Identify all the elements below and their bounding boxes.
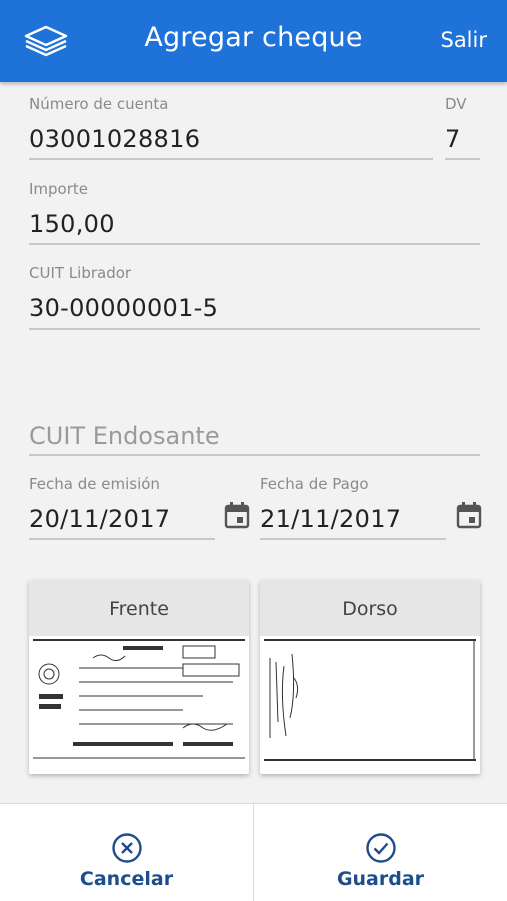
issue-date-field[interactable]: Fecha de emisión 20/11/2017: [29, 475, 215, 543]
app-bar: Agregar cheque Salir: [0, 0, 507, 82]
amount-field[interactable]: Importe 150,00: [29, 180, 480, 248]
amount-label: Importe: [29, 180, 89, 198]
dv-value: 7: [445, 125, 461, 153]
dv-label: DV: [445, 95, 467, 113]
cuit-drawer-value: 30-00000001-5: [29, 294, 219, 322]
cheque-back-thumbnail[interactable]: [264, 638, 476, 764]
account-number-field[interactable]: Número de cuenta 03001028816: [29, 95, 433, 163]
back-image-label: Dorso: [260, 580, 480, 636]
front-image-card[interactable]: Frente: [29, 580, 249, 774]
payment-date-underline: [260, 538, 446, 540]
bottom-action-bar: Cancelar Guardar: [0, 803, 507, 901]
cuit-drawer-underline: [29, 328, 480, 330]
account-number-label: Número de cuenta: [29, 95, 169, 113]
front-image-label: Frente: [29, 580, 249, 636]
close-circle-icon: [111, 833, 142, 863]
dv-field[interactable]: DV 7: [445, 95, 480, 163]
cuit-endorser-placeholder: CUIT Endosante: [29, 422, 220, 450]
exit-button[interactable]: Salir: [440, 28, 487, 52]
account-number-underline: [29, 158, 433, 160]
save-button-label: Guardar: [336, 868, 425, 890]
cuit-endorser-underline: [29, 454, 480, 456]
account-number-value: 03001028816: [29, 125, 201, 153]
check-circle-icon: [365, 833, 396, 863]
cuit-drawer-label: CUIT Librador: [29, 264, 132, 282]
cheque-front-thumbnail[interactable]: [33, 638, 245, 764]
payment-date-value: 21/11/2017: [260, 505, 402, 533]
payment-date-field[interactable]: Fecha de Pago 21/11/2017: [260, 475, 446, 543]
amount-underline: [29, 243, 480, 245]
page-title: Agregar cheque: [144, 22, 363, 53]
cancel-button[interactable]: Cancelar: [0, 804, 253, 901]
calendar-icon[interactable]: [456, 501, 482, 529]
cancel-button-label: Cancelar: [79, 868, 174, 890]
save-button[interactable]: Guardar: [254, 804, 507, 901]
payment-date-label: Fecha de Pago: [260, 475, 369, 493]
calendar-icon[interactable]: [224, 501, 250, 529]
cuit-endorser-field[interactable]: CUIT Endosante: [29, 418, 480, 458]
issue-date-value: 20/11/2017: [29, 505, 171, 533]
issue-date-underline: [29, 538, 215, 540]
issue-date-label: Fecha de emisión: [29, 475, 160, 493]
back-image-card[interactable]: Dorso: [260, 580, 480, 774]
dv-underline: [445, 158, 480, 160]
amount-value: 150,00: [29, 210, 115, 238]
cuit-drawer-field[interactable]: CUIT Librador 30-00000001-5: [29, 264, 480, 332]
